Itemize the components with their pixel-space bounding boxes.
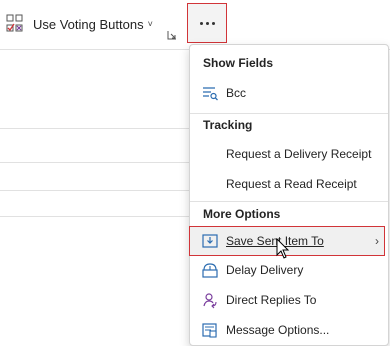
menu-item-label: Save Sent Item To [226,234,324,248]
use-voting-buttons-button[interactable]: Use Voting Buttons ˅ [6,10,153,38]
direct-replies-icon [203,293,217,309]
more-commands-button[interactable] [187,3,227,43]
tracking-header: Tracking [203,118,253,132]
bcc-icon [203,87,218,101]
menu-item-label: Request a Read Receipt [226,177,357,191]
menu-item-label: Message Options... [226,323,330,337]
chevron-right-icon: › [375,234,379,248]
save-sent-item-icon [202,234,218,248]
divider [0,128,190,129]
message-options-icon [202,323,217,338]
menu-item-label: Delay Delivery [226,263,304,277]
divider [0,216,190,217]
mouse-cursor-icon [276,238,290,259]
more-options-menu: Show Fields Bcc Tracking Request a Deliv… [189,44,389,346]
menu-item-delay-delivery[interactable]: Delay Delivery [190,256,388,284]
dialog-launcher-icon[interactable] [167,30,177,40]
ellipsis-dot-icon [205,21,209,25]
menu-item-direct-replies-to[interactable]: Direct Replies To [190,286,388,314]
divider [0,162,190,163]
menu-item-label: Request a Delivery Receipt [226,147,372,161]
more-options-header: More Options [203,207,281,221]
chevron-down-icon: ˅ [147,19,153,29]
delay-delivery-icon [202,263,218,278]
menu-item-bcc[interactable]: Bcc [190,79,388,107]
menu-item-label: Direct Replies To [226,293,317,307]
voting-buttons-icon [6,14,23,32]
menu-item-delivery-receipt[interactable]: Request a Delivery Receipt [190,140,388,168]
menu-item-read-receipt[interactable]: Request a Read Receipt [190,170,388,198]
menu-item-message-options[interactable]: Message Options... [190,316,388,344]
ribbon: Use Voting Buttons ˅ [0,0,390,48]
divider [190,201,388,202]
menu-item-label: Bcc [226,86,247,100]
use-voting-buttons-label: Use Voting Buttons [33,16,144,32]
ellipsis-dot-icon [199,21,203,25]
divider [190,113,388,114]
show-fields-header: Show Fields [203,56,274,70]
ellipsis-dot-icon [211,21,215,25]
divider [0,190,190,191]
